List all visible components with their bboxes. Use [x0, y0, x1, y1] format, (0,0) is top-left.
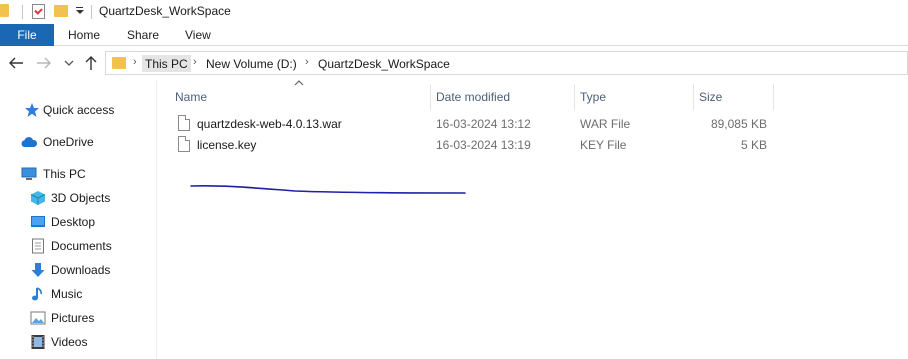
file-list: Name Date modified Type Size quartzdesk-…: [158, 80, 908, 359]
new-folder-icon[interactable]: [54, 5, 68, 17]
file-icon: [178, 115, 190, 131]
document-icon: [32, 238, 44, 254]
column-divider[interactable]: [693, 84, 694, 110]
film-icon: [31, 335, 45, 349]
file-row[interactable]: license.key 16-03-2024 13:19 KEY File 5 …: [158, 134, 778, 155]
desktop-icon: [31, 216, 45, 227]
file-size: 5 KB: [740, 137, 767, 152]
toolbar-divider: [91, 5, 92, 19]
breadcrumb-new-volume[interactable]: New Volume (D:): [203, 55, 300, 72]
sidebar-item-documents[interactable]: Documents: [51, 235, 112, 257]
cube-icon: [30, 191, 46, 205]
address-bar[interactable]: › This PC › New Volume (D:) › QuartzDesk…: [105, 51, 908, 75]
sidebar-item-music[interactable]: Music: [51, 283, 82, 305]
tab-file[interactable]: File: [0, 24, 54, 46]
sidebar-item-this-pc[interactable]: This PC: [43, 163, 86, 185]
properties-icon[interactable]: [32, 4, 45, 19]
file-name[interactable]: quartzdesk-web-4.0.13.war: [197, 113, 342, 134]
column-divider[interactable]: [574, 84, 575, 110]
file-name[interactable]: license.key: [197, 134, 256, 155]
column-header-size[interactable]: Size: [699, 85, 722, 109]
sidebar-item-3d-objects[interactable]: 3D Objects: [51, 187, 110, 209]
chevron-right-icon[interactable]: ›: [193, 56, 197, 68]
breadcrumb-current-folder[interactable]: QuartzDesk_WorkSpace: [315, 55, 453, 72]
picture-icon: [30, 311, 46, 325]
title-bar: QuartzDesk_WorkSpace: [0, 0, 908, 24]
column-divider[interactable]: [430, 84, 431, 110]
breadcrumb-this-pc[interactable]: This PC: [142, 55, 191, 72]
file-row[interactable]: quartzdesk-web-4.0.13.war 16-03-2024 13:…: [158, 113, 778, 134]
file-icon: [178, 136, 190, 152]
back-arrow-icon[interactable]: [8, 56, 24, 70]
column-divider[interactable]: [773, 84, 774, 110]
chevron-right-icon[interactable]: ›: [133, 56, 137, 68]
navigation-bar: › This PC › New Volume (D:) › QuartzDesk…: [0, 47, 908, 80]
computer-icon: [21, 167, 37, 180]
tab-view[interactable]: View: [185, 24, 211, 46]
ribbon-tabs: File Home Share View: [0, 24, 908, 46]
file-date-modified: 16-03-2024 13:19: [436, 137, 531, 152]
window-title: QuartzDesk_WorkSpace: [99, 4, 231, 18]
tab-share[interactable]: Share: [127, 24, 159, 46]
file-size: 89,085 KB: [710, 116, 767, 131]
column-header-date-modified[interactable]: Date modified: [436, 85, 510, 109]
chevron-down-icon[interactable]: [64, 59, 74, 67]
annotation-scribble: [190, 185, 466, 194]
column-header-name[interactable]: Name: [175, 85, 207, 109]
file-type: KEY File: [580, 137, 627, 152]
sidebar-item-downloads[interactable]: Downloads: [51, 259, 110, 281]
toolbar-divider: [22, 5, 23, 19]
sidebar-item-quick-access[interactable]: Quick access: [43, 99, 114, 121]
customize-toolbar-dropdown-icon[interactable]: [75, 6, 84, 16]
up-arrow-icon[interactable]: [84, 55, 98, 71]
file-date-modified: 16-03-2024 13:12: [436, 116, 531, 131]
forward-arrow-icon[interactable]: [36, 56, 52, 70]
chevron-right-icon[interactable]: ›: [305, 56, 309, 68]
download-arrow-icon: [31, 263, 45, 277]
sidebar-item-pictures[interactable]: Pictures: [51, 307, 94, 329]
file-type: WAR File: [580, 116, 631, 131]
sidebar-item-videos[interactable]: Videos: [51, 331, 87, 353]
star-icon: [25, 103, 39, 117]
sidebar-item-desktop[interactable]: Desktop: [51, 211, 95, 233]
music-note-icon: [32, 287, 42, 301]
navigation-pane: Quick access OneDrive This PC 3D Objects…: [0, 80, 157, 359]
folder-icon: [112, 57, 126, 69]
sidebar-item-onedrive[interactable]: OneDrive: [43, 131, 94, 153]
folder-icon: [0, 4, 9, 17]
cloud-icon: [21, 137, 38, 147]
column-header-type[interactable]: Type: [580, 85, 606, 109]
tab-home[interactable]: Home: [68, 24, 100, 46]
sort-ascending-icon: [294, 80, 304, 86]
